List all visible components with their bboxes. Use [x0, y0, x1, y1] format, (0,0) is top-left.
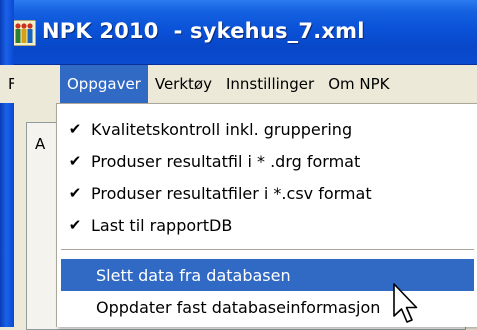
menuitem-label: Oppdater fast databaseinformasjon: [96, 297, 381, 317]
checkmark-icon: ✔: [68, 152, 82, 170]
menuitem-kvalitetskontroll[interactable]: ✔ Kvalitetskontroll inkl. gruppering: [57, 113, 477, 145]
checkmark-icon: ✔: [68, 184, 82, 202]
checkmark-icon: ✔: [68, 120, 82, 138]
application-window: NPK 2010 - sykehus_7.xml Fil Oppgaver Ve…: [0, 0, 477, 330]
npk-app-icon: [12, 20, 36, 46]
tab-a-label: A: [35, 135, 46, 153]
menu-om-npk[interactable]: Om NPK: [321, 65, 396, 103]
menu-innstillinger[interactable]: Innstillinger: [219, 65, 321, 103]
menuitem-label: Slett data fra databasen: [96, 265, 291, 285]
menuitem-label: Produser resultatfil i * .drg format: [91, 151, 361, 171]
menuitem-last-til-rapportdb[interactable]: ✔ Last til rapportDB: [57, 209, 477, 241]
window-title: NPK 2010 - sykehus_7.xml: [42, 19, 365, 43]
window-left-border: [0, 0, 14, 327]
menu-separator: [61, 249, 474, 251]
menuitem-label: Last til rapportDB: [91, 215, 233, 235]
menuitem-label: Produser resultatfiler i *.csv format: [91, 183, 372, 203]
menuitem-produser-drg[interactable]: ✔ Produser resultatfil i * .drg format: [57, 145, 477, 177]
menu-verktoy[interactable]: Verktøy: [148, 65, 219, 103]
menuitem-label: Kvalitetskontroll inkl. gruppering: [91, 119, 353, 139]
mouse-pointer-icon: [393, 283, 418, 323]
menuitem-produser-csv[interactable]: ✔ Produser resultatfiler i *.csv format: [57, 177, 477, 209]
checkmark-icon: ✔: [68, 216, 82, 234]
title-bar[interactable]: NPK 2010 - sykehus_7.xml: [0, 0, 477, 65]
menu-bar: Oppgaver Verktøy Innstillinger Om NPK: [14, 65, 477, 103]
menu-oppgaver[interactable]: Oppgaver: [60, 65, 148, 103]
